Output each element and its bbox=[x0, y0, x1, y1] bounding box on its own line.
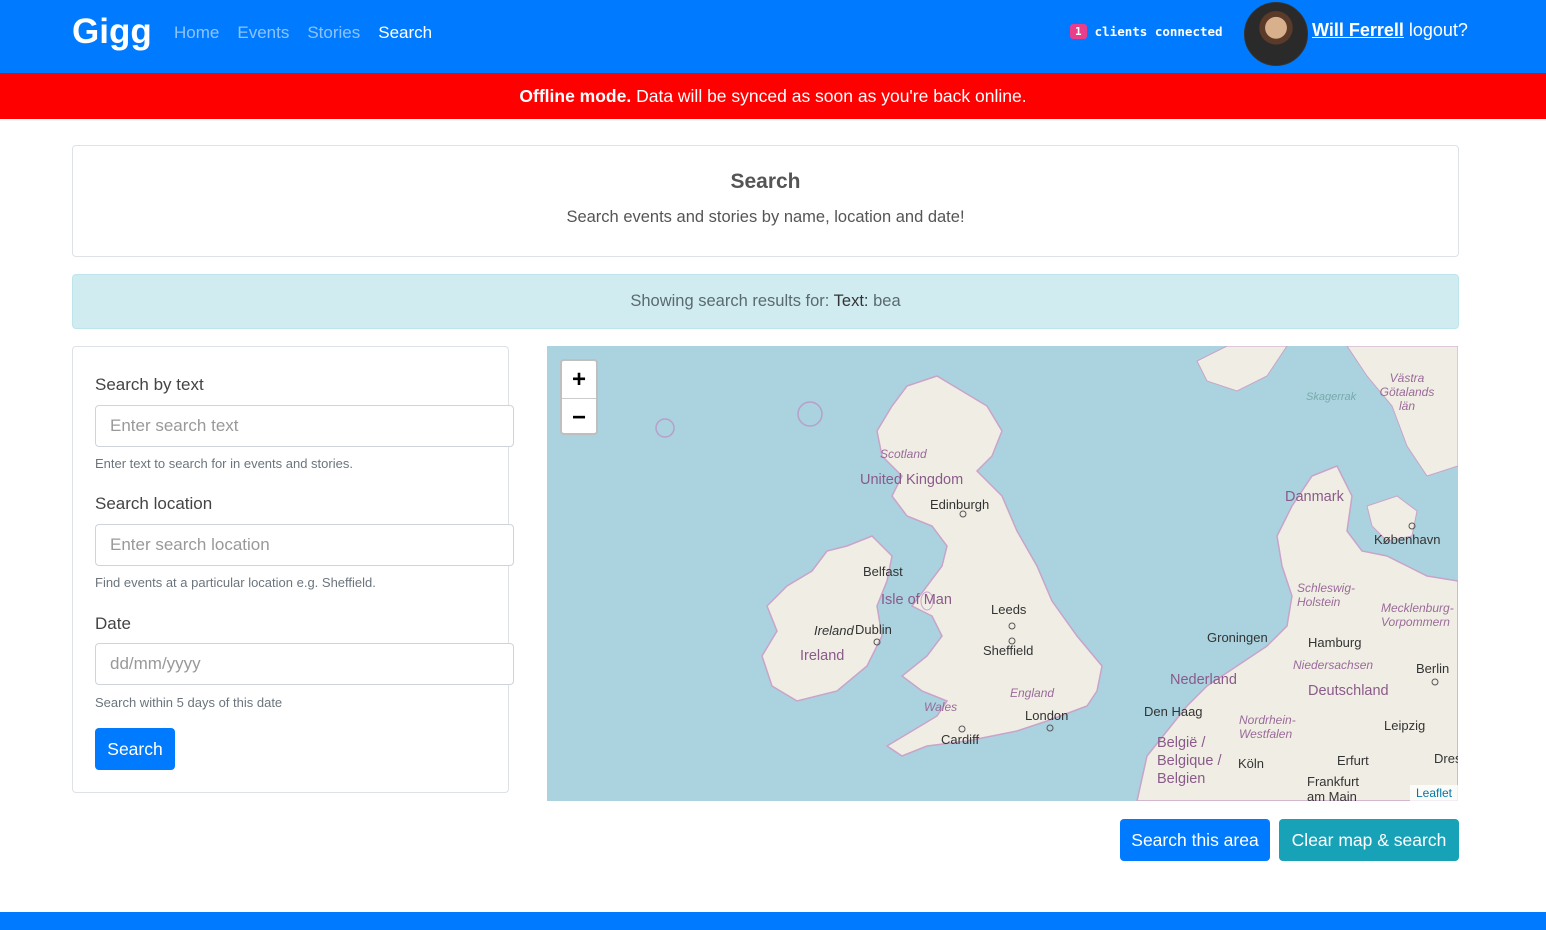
map-label-scotland: Scotland bbox=[880, 447, 927, 461]
map[interactable]: Scotland United Kingdom Edinburgh Belfas… bbox=[547, 346, 1458, 801]
search-text-label: Search by text bbox=[95, 375, 204, 394]
map-label-niedersachsen: Niedersachsen bbox=[1293, 658, 1374, 672]
nav-link-events[interactable]: Events bbox=[237, 23, 289, 43]
logout-link[interactable]: logout? bbox=[1409, 20, 1468, 40]
map-label-leipzig: Leipzig bbox=[1384, 718, 1426, 733]
search-text-help: Enter text to search for in events and s… bbox=[95, 456, 353, 471]
map-label-nederland: Nederland bbox=[1170, 672, 1237, 688]
search-text-input[interactable] bbox=[95, 405, 514, 447]
map-label-kobenhavn: København bbox=[1374, 532, 1441, 547]
map-label-nordrhein: Nordrhein-Westfalen bbox=[1239, 713, 1296, 741]
offline-message: Data will be synced as soon as you're ba… bbox=[631, 86, 1027, 106]
map-label-skagerrak: Skagerrak bbox=[1306, 391, 1357, 403]
user-info: Will Ferrell logout? bbox=[1312, 20, 1468, 41]
land-ireland bbox=[761, 535, 893, 702]
page-subtitle: Search events and stories by name, locat… bbox=[566, 208, 965, 226]
map-label-berlin: Berlin bbox=[1416, 661, 1450, 676]
clear-map-search-button[interactable]: Clear map & search bbox=[1279, 819, 1459, 861]
map-label-den-haag: Den Haag bbox=[1144, 704, 1203, 719]
map-island-marker bbox=[655, 418, 675, 438]
map-label-ireland-city: Ireland bbox=[814, 623, 854, 638]
zoom-out-button[interactable]: − bbox=[562, 399, 596, 436]
map-label-ireland: Ireland bbox=[800, 648, 845, 664]
clients-count-badge: 1 bbox=[1070, 24, 1087, 39]
map-island-marker bbox=[797, 401, 823, 427]
search-form-card: Search by text Enter text to search for … bbox=[72, 346, 514, 793]
map-label-wales: Wales bbox=[924, 700, 958, 714]
user-name-link[interactable]: Will Ferrell bbox=[1312, 20, 1404, 40]
results-prefix: Showing search results for: bbox=[630, 292, 834, 310]
zoom-in-button[interactable]: + bbox=[562, 361, 596, 399]
offline-banner: Offline mode. Data will be synced as soo… bbox=[0, 73, 1546, 119]
map-label-uk: United Kingdom bbox=[860, 472, 964, 488]
navbar: Gigg Home Events Stories Search 1 client… bbox=[0, 0, 1546, 73]
search-this-area-button[interactable]: Search this area bbox=[1120, 819, 1270, 861]
map-label-deutschland: Deutschland bbox=[1308, 683, 1389, 699]
avatar bbox=[1244, 2, 1308, 66]
page-title: Search bbox=[730, 170, 801, 193]
map-tiles bbox=[655, 346, 1458, 801]
map-label-sheffield: Sheffield bbox=[983, 643, 1034, 658]
land-great-britain bbox=[876, 375, 1103, 757]
nav-link-search[interactable]: Search bbox=[378, 23, 432, 43]
map-label-belgie: België / Belgique / Belgien bbox=[1157, 735, 1222, 787]
results-key: Text: bbox=[833, 292, 869, 310]
map-label-england: England bbox=[1010, 686, 1055, 700]
land-norway bbox=[1196, 346, 1288, 392]
map-label-edinburgh: Edinburgh bbox=[930, 497, 990, 512]
date-help: Search within 5 days of this date bbox=[95, 695, 283, 710]
map-label-koln: Köln bbox=[1238, 756, 1265, 771]
map-label-vastra: Västra Götalands län bbox=[1379, 371, 1435, 413]
search-location-input[interactable] bbox=[95, 524, 514, 566]
clients-connected: 1 clients connected bbox=[1070, 24, 1223, 39]
date-label: Date bbox=[95, 614, 131, 633]
map-label-belfast: Belfast bbox=[863, 564, 903, 579]
search-submit-button[interactable]: Search bbox=[95, 728, 175, 770]
map-label-london: London bbox=[1025, 708, 1069, 723]
results-value: bea bbox=[868, 292, 901, 310]
map-label-hamburg: Hamburg bbox=[1308, 635, 1362, 650]
map-attribution-link[interactable]: Leaflet bbox=[1409, 785, 1458, 801]
map-label-danmark: Danmark bbox=[1285, 489, 1344, 505]
date-input[interactable] bbox=[95, 643, 514, 685]
search-location-label: Search location bbox=[95, 494, 213, 513]
map-label-mecklenburg: Mecklenburg-Vorpommern bbox=[1381, 601, 1454, 629]
footer-bar bbox=[0, 912, 1546, 930]
search-location-help: Find events at a particular location e.g… bbox=[95, 575, 376, 590]
nav-link-stories[interactable]: Stories bbox=[307, 23, 360, 43]
brand-logo[interactable]: Gigg bbox=[72, 12, 152, 52]
nav-links: Home Events Stories Search bbox=[174, 23, 432, 43]
nav-link-home[interactable]: Home bbox=[174, 23, 219, 43]
map-label-dublin: Dublin bbox=[855, 622, 892, 637]
map-zoom-control: + − bbox=[560, 359, 598, 435]
clients-label: clients connected bbox=[1094, 24, 1223, 39]
city-dot-london bbox=[1046, 724, 1054, 732]
header-card: Search Search events and stories by name… bbox=[72, 145, 1459, 257]
search-results-alert: Showing search results for: Text: bea bbox=[72, 274, 1459, 329]
offline-title: Offline mode. bbox=[519, 86, 632, 106]
map-label-erfurt: Erfurt bbox=[1337, 753, 1369, 768]
map-label-frankfurt: Frankfurt am Main bbox=[1307, 774, 1360, 801]
map-label-leeds: Leeds bbox=[991, 602, 1027, 617]
map-label-dresden: Dresd bbox=[1434, 751, 1458, 766]
map-label-schleswig: Schleswig-Holstein bbox=[1297, 581, 1356, 609]
map-label-groningen: Groningen bbox=[1207, 630, 1268, 645]
map-label-cardiff: Cardiff bbox=[941, 732, 980, 747]
map-label-isle-of-man: Isle of Man bbox=[881, 592, 952, 608]
